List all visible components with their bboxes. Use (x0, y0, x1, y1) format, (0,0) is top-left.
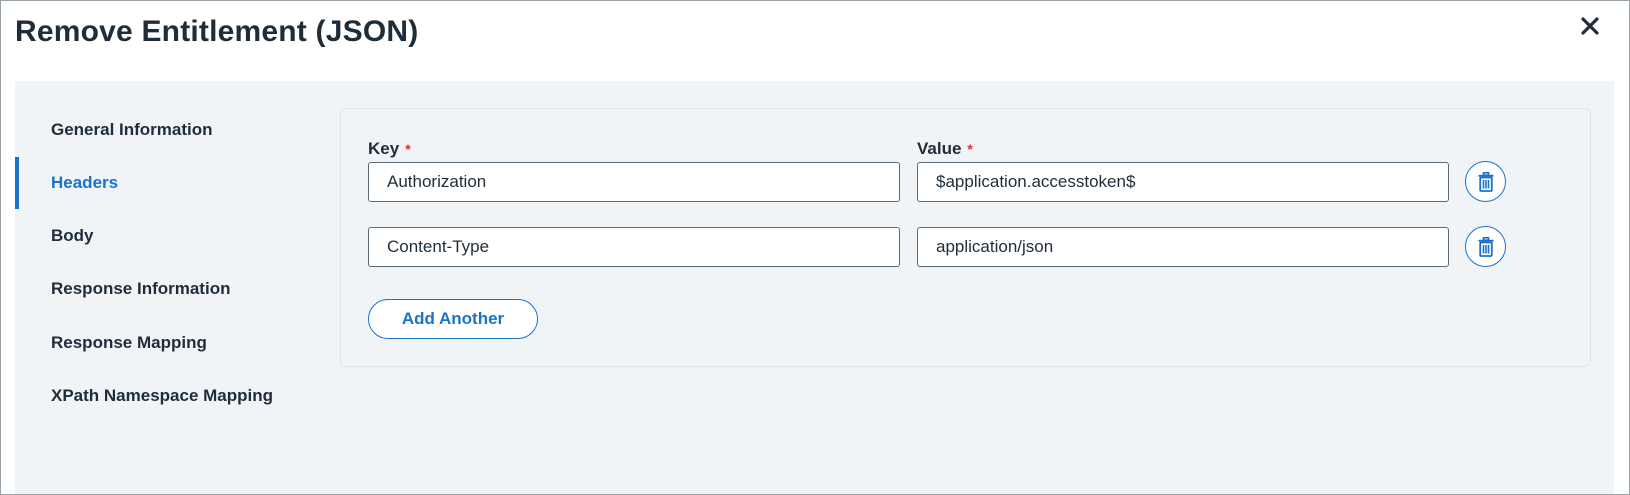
key-label-text: Key (368, 139, 400, 158)
required-marker: * (405, 141, 411, 157)
nav-item-general-information[interactable]: General Information (15, 104, 315, 156)
close-button[interactable] (1575, 11, 1605, 41)
required-marker: * (967, 141, 973, 157)
headers-card: Key * Value * Authorization $application… (340, 108, 1591, 367)
nav-item-response-information[interactable]: Response Information (15, 263, 315, 315)
remove-entitlement-dialog: Remove Entitlement (JSON) General Inform… (0, 0, 1630, 495)
nav-item-headers[interactable]: Headers (15, 157, 315, 209)
section-nav: General Information Headers Body Respons… (15, 81, 315, 494)
delete-header-button[interactable] (1465, 161, 1506, 202)
close-icon (1581, 17, 1599, 35)
trash-icon (1478, 171, 1493, 192)
header-key-input[interactable] (368, 162, 900, 202)
nav-item-label: Response Mapping (51, 333, 207, 352)
dialog-title: Remove Entitlement (JSON) (15, 15, 419, 48)
nav-item-label: General Information (51, 120, 213, 139)
nav-item-label: Response Information (51, 279, 231, 298)
nav-item-xpath-namespace-mapping[interactable]: XPath Namespace Mapping (15, 370, 315, 422)
dialog-body: General Information Headers Body Respons… (15, 81, 1614, 494)
nav-item-label: XPath Namespace Mapping (51, 386, 274, 405)
header-value-input[interactable] (917, 162, 1449, 202)
key-column-label: Key * (368, 139, 411, 159)
nav-item-response-mapping[interactable]: Response Mapping (15, 317, 315, 369)
add-another-button[interactable]: Add Another (368, 299, 538, 339)
value-column-label: Value * (917, 139, 973, 159)
nav-item-label: Body (51, 226, 94, 245)
delete-header-button[interactable] (1465, 226, 1506, 267)
nav-item-label: Headers (51, 173, 119, 192)
header-value-input[interactable] (917, 227, 1449, 267)
nav-item-body[interactable]: Body (15, 210, 315, 262)
trash-icon (1478, 236, 1493, 257)
header-key-input[interactable] (368, 227, 900, 267)
value-label-text: Value (917, 139, 962, 158)
